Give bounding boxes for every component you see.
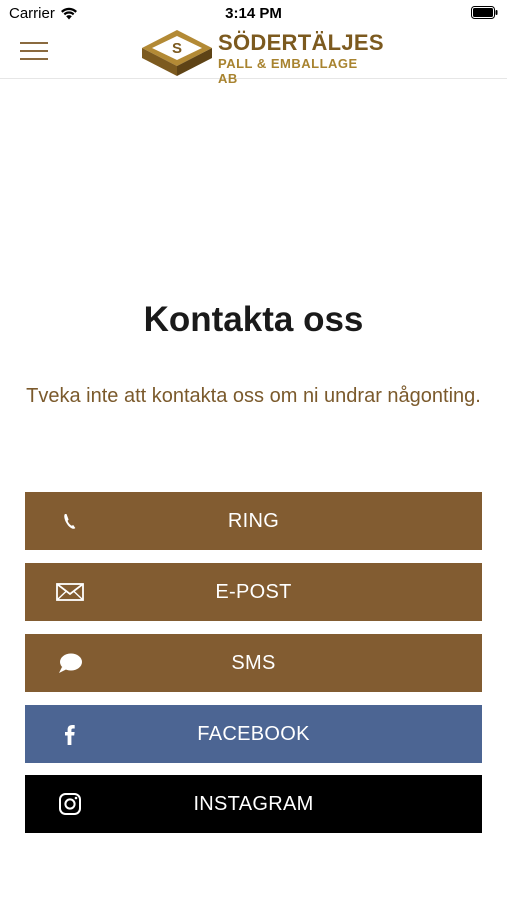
instagram-button[interactable]: INSTAGRAM (25, 775, 482, 833)
page-subtitle: Tveka inte att kontakta oss om ni undrar… (26, 385, 481, 407)
svg-text:S: S (172, 40, 182, 57)
sms-button[interactable]: SMS (25, 634, 482, 692)
status-bar: Carrier 3:14 PM (0, 0, 507, 26)
email-button-label: E-POST (215, 581, 292, 603)
instagram-button-label: INSTAGRAM (193, 793, 314, 815)
company-logo[interactable]: S SÖDERTÄLJES PALL & EMBALLAGE AB (140, 26, 384, 86)
pallet-logo-icon: S (142, 30, 212, 76)
sms-button-label: SMS (231, 652, 276, 674)
call-button-label: RING (227, 510, 280, 532)
hamburger-menu-icon[interactable] (20, 42, 50, 62)
facebook-button-label: FACEBOOK (197, 723, 310, 745)
app-header: S SÖDERTÄLJES PALL & EMBALLAGE AB (0, 26, 507, 86)
battery-icon (471, 6, 498, 19)
page-title: Kontakta oss (143, 300, 364, 339)
email-button[interactable]: E-POST (25, 563, 482, 621)
logo-title: SÖDERTÄLJES (218, 30, 384, 55)
call-button[interactable]: RING (25, 492, 482, 550)
logo-subtitle: PALL & EMBALLAGE AB (218, 56, 358, 86)
status-time: 3:14 PM (225, 5, 282, 22)
facebook-button[interactable]: FACEBOOK (25, 705, 482, 763)
